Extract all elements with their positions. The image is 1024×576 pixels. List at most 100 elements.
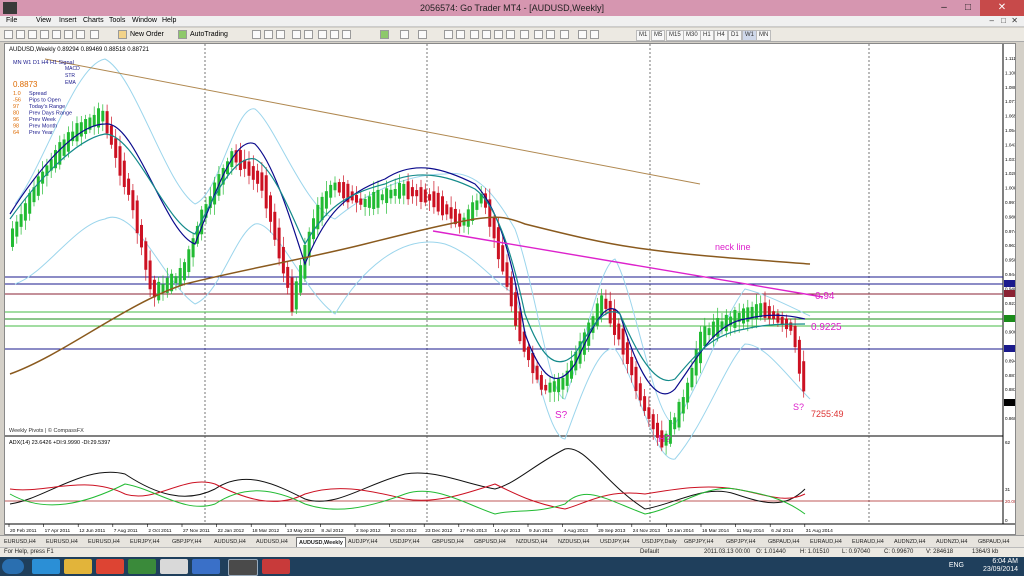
bar-chart-icon[interactable]	[252, 30, 261, 39]
chart-tab[interactable]: GBPJPY,H4	[170, 537, 204, 547]
cursor-icon[interactable]	[444, 30, 453, 39]
price-tick-label: 0.99750	[1005, 200, 1015, 205]
chart-tab[interactable]: EURUSD,H4	[44, 537, 80, 547]
menu-tools[interactable]: Tools	[109, 17, 125, 24]
excel-icon[interactable]	[128, 559, 156, 574]
chart-tab[interactable]: AUDUSD,H4	[212, 537, 248, 547]
language-indicator[interactable]: ENG	[949, 562, 964, 569]
timeframe-d1[interactable]: D1	[728, 30, 742, 41]
rectangle-icon[interactable]	[578, 30, 587, 39]
text-label-icon[interactable]	[546, 30, 555, 39]
chart-tab[interactable]: AUDNZD,H4	[892, 537, 927, 547]
horizontal-line-icon[interactable]	[482, 30, 491, 39]
close-button[interactable]: ✕	[980, 0, 1024, 16]
line-chart-icon[interactable]	[276, 30, 285, 39]
terminal-icon[interactable]	[64, 30, 73, 39]
chart-tab[interactable]: AUDJPY,H4	[346, 537, 380, 547]
timeframe-w1[interactable]: W1	[742, 30, 757, 41]
candlesticks-icon[interactable]	[264, 30, 273, 39]
equidistant-channel-icon[interactable]	[506, 30, 515, 39]
data-window-icon[interactable]	[40, 30, 49, 39]
timeframe-m15[interactable]: M15	[666, 30, 684, 41]
tile-windows-icon[interactable]	[318, 30, 327, 39]
chart-tab[interactable]: AUDUSD,Weekly	[296, 537, 346, 547]
start-button-icon[interactable]	[2, 559, 24, 574]
menu-window[interactable]: Window	[132, 17, 157, 24]
auto-scroll-icon[interactable]	[330, 30, 339, 39]
periods-icon[interactable]	[400, 30, 409, 39]
text-tool-icon[interactable]	[534, 30, 543, 39]
chart-tab[interactable]: EURAUD,H4	[808, 537, 844, 547]
chrome-icon[interactable]	[96, 559, 124, 574]
crosshair-icon[interactable]	[456, 30, 465, 39]
timeframe-mn[interactable]: MN	[756, 30, 772, 41]
new-order-button[interactable]: New Order	[130, 31, 164, 38]
chart-tab[interactable]: GBPAUD,H4	[766, 537, 801, 547]
editor-icon[interactable]	[90, 30, 99, 39]
chart-tab[interactable]: AUDUSD,H4	[254, 537, 290, 547]
child-close-button[interactable]: ✕	[1011, 16, 1018, 25]
fibonacci-icon[interactable]	[520, 30, 529, 39]
taskbar-clock[interactable]: 6:04 AM 23/09/2014	[983, 558, 1018, 574]
menu-file[interactable]: File	[6, 17, 17, 24]
windows-media-icon[interactable]	[160, 559, 188, 574]
navigator-icon[interactable]	[52, 30, 61, 39]
templates-icon[interactable]	[418, 30, 427, 39]
candle-bull	[380, 194, 384, 201]
chart-tab[interactable]: GBPJPY,H4	[682, 537, 716, 547]
internet-explorer-icon[interactable]	[32, 559, 60, 574]
file-explorer-icon[interactable]	[64, 559, 92, 574]
price-tick-label: 0.88350	[1005, 387, 1015, 392]
pitchfork-icon[interactable]	[590, 30, 599, 39]
candle-bear	[410, 187, 414, 197]
chart-shift-icon[interactable]	[342, 30, 351, 39]
chart-tab[interactable]: USDJPY,H4	[598, 537, 632, 547]
chart-window[interactable]: neck line 0.94 0.9225 S? H? S? 7255:49 A…	[4, 43, 1016, 535]
zoom-out-icon[interactable]	[304, 30, 313, 39]
timeframe-h4[interactable]: H4	[714, 30, 728, 41]
chart-tab[interactable]: USDJPY,Daily	[640, 537, 679, 547]
price-chart[interactable]: neck line 0.94 0.9225 S? H? S? 7255:49 A…	[5, 44, 1015, 534]
chart-tab[interactable]: NZDUSD,H4	[556, 537, 591, 547]
trendline-icon[interactable]	[494, 30, 503, 39]
chart-tab[interactable]: GBPUSD,H4	[430, 537, 466, 547]
arrows-icon[interactable]	[560, 30, 569, 39]
timeframe-m1[interactable]: M1	[636, 30, 651, 41]
child-minimize-button[interactable]: –	[990, 16, 994, 25]
chart-tab[interactable]: AUDNZD,H4	[934, 537, 969, 547]
chart-tab[interactable]: EURUSD,H4	[86, 537, 122, 547]
market-watch-icon[interactable]	[28, 30, 37, 39]
zoom-in-icon[interactable]	[292, 30, 301, 39]
trading-app-icon[interactable]	[262, 559, 290, 574]
chart-tab[interactable]: EURUSD,H4	[2, 537, 38, 547]
timeframe-m30[interactable]: M30	[683, 30, 701, 41]
timeframe-h1[interactable]: H1	[700, 30, 714, 41]
menu-insert[interactable]: Insert	[59, 17, 77, 24]
menu-help[interactable]: Help	[162, 17, 176, 24]
indicators-icon[interactable]	[380, 30, 389, 39]
chart-tab[interactable]: GBPUSD,H4	[472, 537, 508, 547]
menu-charts[interactable]: Charts	[83, 17, 104, 24]
mt4-taskbar-icon[interactable]	[228, 559, 258, 576]
profiles-icon[interactable]	[16, 30, 25, 39]
autotrading-button[interactable]: AutoTrading	[190, 31, 228, 38]
word-icon[interactable]	[192, 559, 220, 574]
minimize-button[interactable]: –	[932, 0, 956, 16]
chart-tab[interactable]: USDJPY,H4	[388, 537, 422, 547]
chart-tab[interactable]: GBPAUD,H4	[976, 537, 1011, 547]
child-maximize-button[interactable]: □	[1001, 16, 1006, 25]
chart-tab[interactable]: EURJPY,H4	[128, 537, 162, 547]
new-order-icon[interactable]	[118, 30, 127, 39]
vertical-line-icon[interactable]	[470, 30, 479, 39]
timeframe-m5[interactable]: M5	[651, 30, 666, 41]
candle-bear	[105, 111, 109, 134]
chart-tab[interactable]: EURAUD,H4	[850, 537, 886, 547]
menu-view[interactable]: View	[36, 17, 51, 24]
new-chart-icon[interactable]	[4, 30, 13, 39]
tester-icon[interactable]	[76, 30, 85, 39]
candle-bear	[604, 298, 608, 309]
chart-tab[interactable]: NZDUSD,H4	[514, 537, 549, 547]
chart-tab[interactable]: GBPJPY,H4	[724, 537, 758, 547]
autotrading-icon[interactable]	[178, 30, 187, 39]
maximize-button[interactable]: □	[956, 0, 980, 16]
